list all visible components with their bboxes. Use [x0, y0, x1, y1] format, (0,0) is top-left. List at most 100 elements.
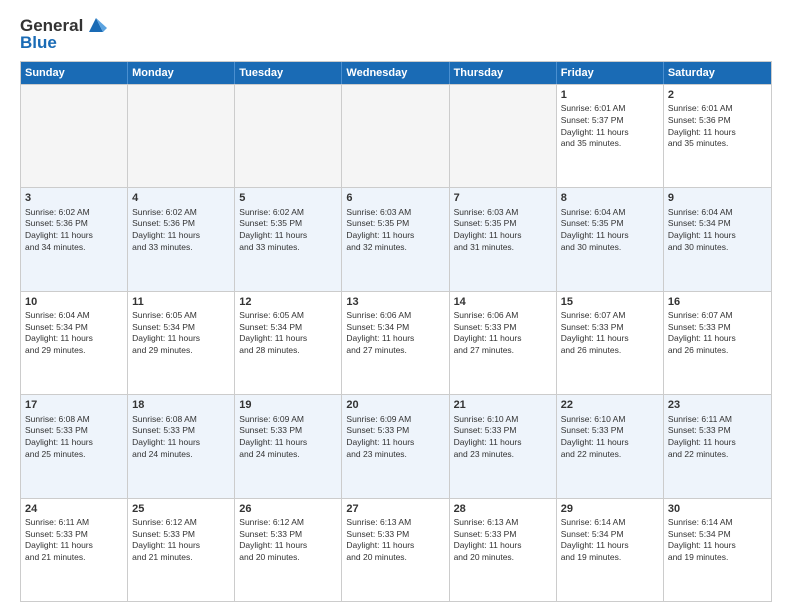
cell-content: Sunrise: 6:05 AM Sunset: 5:34 PM Dayligh…	[132, 310, 200, 355]
calendar-cell: 2Sunrise: 6:01 AM Sunset: 5:36 PM Daylig…	[664, 85, 771, 187]
calendar-cell	[450, 85, 557, 187]
day-number: 23	[668, 398, 767, 412]
calendar-row: 24Sunrise: 6:11 AM Sunset: 5:33 PM Dayli…	[21, 498, 771, 601]
day-number: 14	[454, 295, 552, 309]
cell-content: Sunrise: 6:02 AM Sunset: 5:36 PM Dayligh…	[132, 207, 200, 252]
calendar-cell: 10Sunrise: 6:04 AM Sunset: 5:34 PM Dayli…	[21, 292, 128, 394]
calendar-cell: 5 Sunrise: 6:02 AM Sunset: 5:35 PM Daylig…	[235, 188, 342, 290]
day-number: 29	[561, 502, 659, 516]
calendar-cell: 24Sunrise: 6:11 AM Sunset: 5:33 PM Dayli…	[21, 499, 128, 601]
day-number: 9	[668, 191, 767, 205]
calendar-cell: 14Sunrise: 6:06 AM Sunset: 5:33 PM Dayli…	[450, 292, 557, 394]
calendar-header-cell: Tuesday	[235, 62, 342, 84]
cell-content: Sunrise: 6:09 AM Sunset: 5:33 PM Dayligh…	[346, 414, 414, 459]
day-number: 12	[239, 295, 337, 309]
calendar-cell: 28Sunrise: 6:13 AM Sunset: 5:33 PM Dayli…	[450, 499, 557, 601]
logo: General Blue	[20, 16, 107, 53]
day-number: 2	[668, 88, 767, 102]
day-number: 21	[454, 398, 552, 412]
day-number: 10	[25, 295, 123, 309]
cell-content: Sunrise: 6:03 AM Sunset: 5:35 PM Dayligh…	[454, 207, 522, 252]
cell-content: Sunrise: 6:04 AM Sunset: 5:35 PM Dayligh…	[561, 207, 629, 252]
cell-content: Sunrise: 6:08 AM Sunset: 5:33 PM Dayligh…	[25, 414, 93, 459]
cell-content: Sunrise: 6:14 AM Sunset: 5:34 PM Dayligh…	[668, 517, 736, 562]
cell-content: Sunrise: 6:13 AM Sunset: 5:33 PM Dayligh…	[454, 517, 522, 562]
calendar-cell: 18 Sunrise: 6:08 AM Sunset: 5:33 PM Dayli…	[128, 395, 235, 497]
cell-content: Sunrise: 6:08 AM Sunset: 5:33 PM Dayligh…	[132, 414, 200, 459]
calendar-row: 3Sunrise: 6:02 AM Sunset: 5:36 PM Daylig…	[21, 187, 771, 290]
day-number: 15	[561, 295, 659, 309]
day-number: 13	[346, 295, 444, 309]
day-number: 27	[346, 502, 444, 516]
calendar-cell	[342, 85, 449, 187]
cell-content: Sunrise: 6:04 AM Sunset: 5:34 PM Dayligh…	[25, 310, 93, 355]
cell-content: Sunrise: 6:10 AM Sunset: 5:33 PM Dayligh…	[561, 414, 629, 459]
cell-content: Sunrise: 6:07 AM Sunset: 5:33 PM Dayligh…	[561, 310, 629, 355]
calendar-header-cell: Friday	[557, 62, 664, 84]
calendar-cell: 23 Sunrise: 6:11 AM Sunset: 5:33 PM Dayli…	[664, 395, 771, 497]
calendar-cell: 26Sunrise: 6:12 AM Sunset: 5:33 PM Dayli…	[235, 499, 342, 601]
calendar-cell: 6 Sunrise: 6:03 AM Sunset: 5:35 PM Daylig…	[342, 188, 449, 290]
cell-content: Sunrise: 6:04 AM Sunset: 5:34 PM Dayligh…	[668, 207, 736, 252]
day-number: 25	[132, 502, 230, 516]
cell-content: Sunrise: 6:11 AM Sunset: 5:33 PM Dayligh…	[668, 414, 736, 459]
day-number: 22	[561, 398, 659, 412]
cell-content: Sunrise: 6:14 AM Sunset: 5:34 PM Dayligh…	[561, 517, 629, 562]
calendar-cell: 27Sunrise: 6:13 AM Sunset: 5:33 PM Dayli…	[342, 499, 449, 601]
day-number: 16	[668, 295, 767, 309]
calendar-cell: 11Sunrise: 6:05 AM Sunset: 5:34 PM Dayli…	[128, 292, 235, 394]
cell-content: Sunrise: 6:01 AM Sunset: 5:37 PM Dayligh…	[561, 103, 629, 148]
cell-content: Sunrise: 6:06 AM Sunset: 5:34 PM Dayligh…	[346, 310, 414, 355]
cell-content: Sunrise: 6:03 AM Sunset: 5:35 PM Dayligh…	[346, 207, 414, 252]
page: General Blue SundayMondayTuesdayWednesda…	[0, 0, 792, 612]
cell-content: Sunrise: 6:12 AM Sunset: 5:33 PM Dayligh…	[132, 517, 200, 562]
day-number: 5	[239, 191, 337, 205]
calendar-row: 10Sunrise: 6:04 AM Sunset: 5:34 PM Dayli…	[21, 291, 771, 394]
calendar-cell	[21, 85, 128, 187]
calendar-cell	[128, 85, 235, 187]
day-number: 30	[668, 502, 767, 516]
cell-content: Sunrise: 6:07 AM Sunset: 5:33 PM Dayligh…	[668, 310, 736, 355]
day-number: 7	[454, 191, 552, 205]
calendar-body: 1Sunrise: 6:01 AM Sunset: 5:37 PM Daylig…	[21, 84, 771, 601]
calendar-header-cell: Thursday	[450, 62, 557, 84]
day-number: 6	[346, 191, 444, 205]
calendar-cell: 20 Sunrise: 6:09 AM Sunset: 5:33 PM Dayli…	[342, 395, 449, 497]
cell-content: Sunrise: 6:09 AM Sunset: 5:33 PM Dayligh…	[239, 414, 307, 459]
day-number: 18	[132, 398, 230, 412]
calendar-header-cell: Sunday	[21, 62, 128, 84]
day-number: 28	[454, 502, 552, 516]
day-number: 26	[239, 502, 337, 516]
logo-blue-text: Blue	[20, 33, 107, 53]
calendar-cell: 15Sunrise: 6:07 AM Sunset: 5:33 PM Dayli…	[557, 292, 664, 394]
cell-content: Sunrise: 6:13 AM Sunset: 5:33 PM Dayligh…	[346, 517, 414, 562]
calendar-cell: 4Sunrise: 6:02 AM Sunset: 5:36 PM Daylig…	[128, 188, 235, 290]
calendar-cell: 13Sunrise: 6:06 AM Sunset: 5:34 PM Dayli…	[342, 292, 449, 394]
day-number: 19	[239, 398, 337, 412]
cell-content: Sunrise: 6:02 AM Sunset: 5:36 PM Dayligh…	[25, 207, 93, 252]
cell-content: Sunrise: 6:11 AM Sunset: 5:33 PM Dayligh…	[25, 517, 93, 562]
calendar-cell: 16Sunrise: 6:07 AM Sunset: 5:33 PM Dayli…	[664, 292, 771, 394]
day-number: 1	[561, 88, 659, 102]
calendar-cell: 25Sunrise: 6:12 AM Sunset: 5:33 PM Dayli…	[128, 499, 235, 601]
calendar-header-cell: Saturday	[664, 62, 771, 84]
calendar-cell: 1Sunrise: 6:01 AM Sunset: 5:37 PM Daylig…	[557, 85, 664, 187]
cell-content: Sunrise: 6:02 AM Sunset: 5:35 PM Dayligh…	[239, 207, 307, 252]
day-number: 8	[561, 191, 659, 205]
calendar-cell: 22 Sunrise: 6:10 AM Sunset: 5:33 PM Dayli…	[557, 395, 664, 497]
calendar-row: 17 Sunrise: 6:08 AM Sunset: 5:33 PM Dayli…	[21, 394, 771, 497]
calendar: SundayMondayTuesdayWednesdayThursdayFrid…	[20, 61, 772, 602]
day-number: 17	[25, 398, 123, 412]
day-number: 11	[132, 295, 230, 309]
cell-content: Sunrise: 6:06 AM Sunset: 5:33 PM Dayligh…	[454, 310, 522, 355]
cell-content: Sunrise: 6:01 AM Sunset: 5:36 PM Dayligh…	[668, 103, 736, 148]
cell-content: Sunrise: 6:05 AM Sunset: 5:34 PM Dayligh…	[239, 310, 307, 355]
calendar-header: SundayMondayTuesdayWednesdayThursdayFrid…	[21, 62, 771, 84]
calendar-cell: 21Sunrise: 6:10 AM Sunset: 5:33 PM Dayli…	[450, 395, 557, 497]
calendar-cell: 12Sunrise: 6:05 AM Sunset: 5:34 PM Dayli…	[235, 292, 342, 394]
logo-icon	[85, 14, 107, 36]
calendar-cell: 30Sunrise: 6:14 AM Sunset: 5:34 PM Dayli…	[664, 499, 771, 601]
day-number: 20	[346, 398, 444, 412]
calendar-cell: 29Sunrise: 6:14 AM Sunset: 5:34 PM Dayli…	[557, 499, 664, 601]
calendar-header-cell: Wednesday	[342, 62, 449, 84]
